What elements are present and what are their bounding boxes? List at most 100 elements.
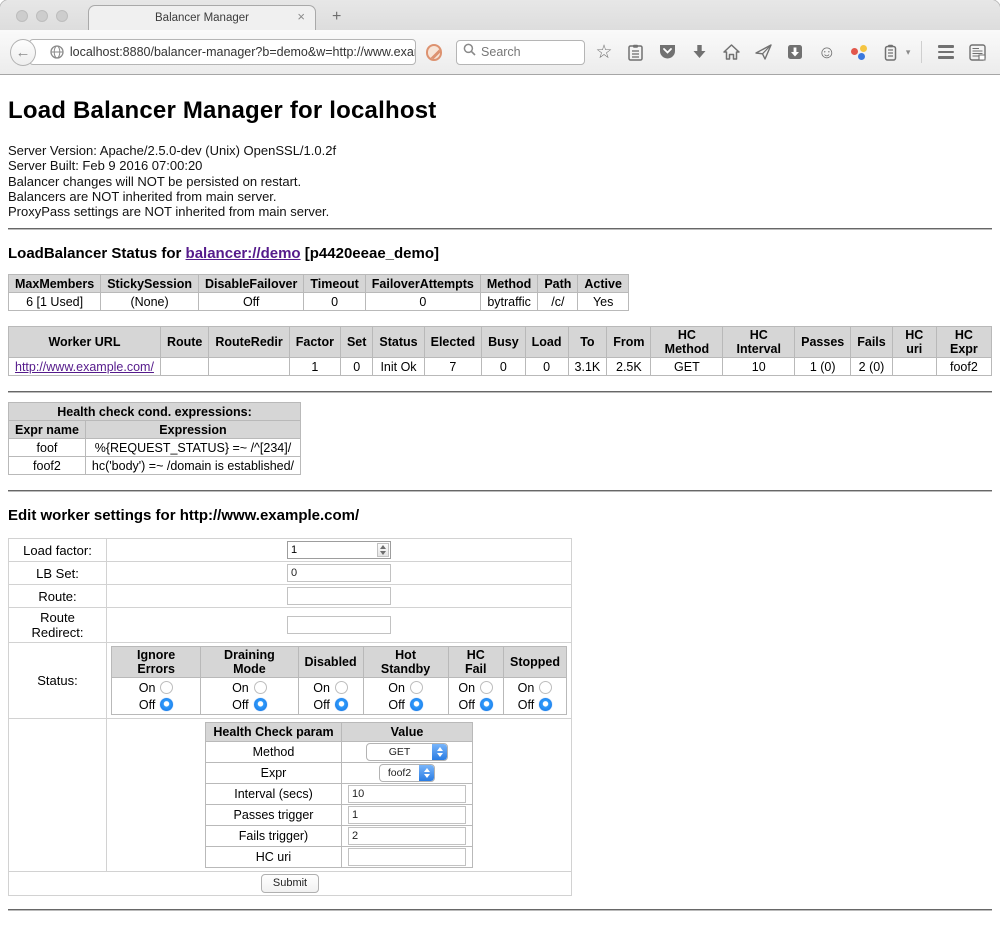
method-select[interactable]: GET	[366, 743, 448, 761]
downloads-icon[interactable]	[687, 39, 712, 65]
passes-input[interactable]	[348, 806, 466, 824]
fails-input[interactable]	[348, 827, 466, 845]
cell-routeredir	[209, 358, 289, 376]
passes-cell	[342, 805, 473, 826]
send-page-icon[interactable]	[751, 39, 776, 65]
col-elected: Elected	[424, 327, 481, 358]
cell-fails: 2 (0)	[851, 358, 893, 376]
lb-set-input[interactable]	[287, 564, 391, 582]
url-bar[interactable]: localhost:8880/balancer-manager?b=demo&w…	[29, 39, 416, 65]
hc-fail-on-radio[interactable]	[480, 681, 493, 694]
new-tab-button[interactable]: +	[332, 8, 341, 26]
form-row-route: Route:	[9, 585, 572, 608]
menu-button[interactable]	[933, 39, 958, 65]
balancer-demo-link[interactable]: balancer://demo	[186, 245, 301, 262]
hc-expressions-title: Health check cond. expressions:	[9, 403, 301, 421]
interval-input[interactable]	[348, 785, 466, 803]
health-check-param-table: Health Check param Value Method GET Expr	[205, 722, 473, 868]
search-input[interactable]	[481, 45, 571, 59]
save-to-extension-icon[interactable]	[783, 39, 808, 65]
stopped-on-radio[interactable]	[539, 681, 552, 694]
disabled-on-radio[interactable]	[335, 681, 348, 694]
reading-list-icon[interactable]	[623, 39, 648, 65]
off-label: Off	[518, 698, 534, 712]
cell-busy: 0	[482, 358, 526, 376]
disabled-off-radio[interactable]	[335, 698, 348, 711]
close-tab-icon[interactable]: ×	[297, 10, 305, 23]
url-text[interactable]: localhost:8880/balancer-manager?b=demo&w…	[70, 45, 416, 59]
draining-mode-off-radio[interactable]	[254, 698, 267, 711]
back-button[interactable]: ←	[10, 39, 36, 66]
bookmark-star-icon[interactable]: ☆	[592, 39, 617, 65]
server-version-line: Server Version: Apache/2.5.0-dev (Unix) …	[8, 143, 992, 158]
expr-select[interactable]: foof2	[379, 764, 435, 782]
ignore-errors-off-radio[interactable]	[160, 698, 173, 711]
cell-expression: %{REQUEST_STATUS} =~ /^[234]/	[85, 439, 300, 457]
draining-mode-radios: On Off	[201, 678, 298, 715]
hamburger-icon	[938, 45, 954, 59]
loadbalancer-status-heading: LoadBalancer Status for balancer://demo …	[8, 245, 992, 262]
cell-set: 0	[340, 358, 372, 376]
hc-row-passes: Passes trigger	[206, 805, 473, 826]
cell-worker-url: http://www.example.com/	[9, 358, 161, 376]
page-title: Load Balancer Manager for localhost	[8, 97, 992, 125]
cell-hc-uri	[892, 358, 936, 376]
col-stickysession: StickySession	[101, 275, 199, 293]
submit-cell: Submit	[9, 872, 572, 896]
hc-uri-label: HC uri	[206, 847, 342, 868]
load-factor-input[interactable]: 1	[287, 541, 391, 559]
sidebar-page-icon[interactable]	[965, 39, 990, 65]
colorful-extension-icon[interactable]	[846, 39, 871, 65]
search-bar[interactable]	[456, 40, 585, 65]
minimize-window-button[interactable]	[36, 10, 48, 22]
off-label: Off	[232, 698, 248, 712]
chevron-down-icon[interactable]: ▾	[906, 47, 911, 58]
balancers-notice-line: Balancers are NOT inherited from main se…	[8, 189, 992, 204]
on-label: On	[518, 681, 535, 695]
route-input[interactable]	[287, 587, 391, 605]
hc-uri-input[interactable]	[348, 848, 466, 866]
col-method: Method	[480, 275, 537, 293]
zoom-window-button[interactable]	[56, 10, 68, 22]
col-hc-param: Health Check param	[206, 723, 342, 742]
cell-hc-method: GET	[651, 358, 723, 376]
stopped-off-radio[interactable]	[539, 698, 552, 711]
ignore-errors-on-radio[interactable]	[160, 681, 173, 694]
method-cell: GET	[342, 742, 473, 763]
tab-balancer-manager[interactable]: Balancer Manager ×	[88, 5, 316, 30]
hot-standby-off-radio[interactable]	[410, 698, 423, 711]
cell-route	[160, 358, 208, 376]
persist-notice-line: Balancer changes will NOT be persisted o…	[8, 174, 992, 189]
table-header-row: MaxMembers StickySession DisableFailover…	[9, 275, 629, 293]
expr-row: foof %{REQUEST_STATUS} =~ /^[234]/	[9, 439, 301, 457]
hc-fail-off-radio[interactable]	[480, 698, 493, 711]
edit-worker-heading: Edit worker settings for http://www.exam…	[8, 507, 992, 524]
off-label: Off	[139, 698, 155, 712]
on-label: On	[139, 681, 156, 695]
hot-standby-on-radio[interactable]	[410, 681, 423, 694]
cell-expr-name: foof	[9, 439, 86, 457]
select-stepper-icon	[432, 744, 447, 760]
edit-worker-form: Load factor: 1 LB Set: Route: Route Redi…	[8, 538, 572, 896]
home-icon[interactable]	[719, 39, 744, 65]
chat-smiley-icon[interactable]: ☺	[814, 39, 839, 65]
route-redirect-input[interactable]	[287, 616, 391, 634]
worker-url-link[interactable]: http://www.example.com/	[15, 360, 154, 374]
select-stepper-icon	[419, 765, 434, 781]
container-extension-icon[interactable]	[878, 39, 903, 65]
adblocker-extension-icon[interactable]	[426, 44, 442, 61]
pocket-icon[interactable]	[655, 39, 680, 65]
number-stepper-icon[interactable]	[377, 543, 389, 557]
close-window-button[interactable]	[16, 10, 28, 22]
submit-button[interactable]: Submit	[261, 874, 319, 893]
cell-load: 0	[525, 358, 568, 376]
col-routeredir: RouteRedir	[209, 327, 289, 358]
draining-mode-on-radio[interactable]	[254, 681, 267, 694]
cell-hc-expr: foof2	[936, 358, 991, 376]
col-failoverattempts: FailoverAttempts	[365, 275, 480, 293]
col-hc-fail: HC Fail	[448, 647, 503, 678]
server-info: Server Version: Apache/2.5.0-dev (Unix) …	[8, 143, 992, 219]
col-stopped: Stopped	[503, 647, 566, 678]
expr-selected-value: foof2	[380, 765, 419, 781]
status-flags-table: Ignore Errors Draining Mode Disabled Hot…	[111, 646, 567, 715]
